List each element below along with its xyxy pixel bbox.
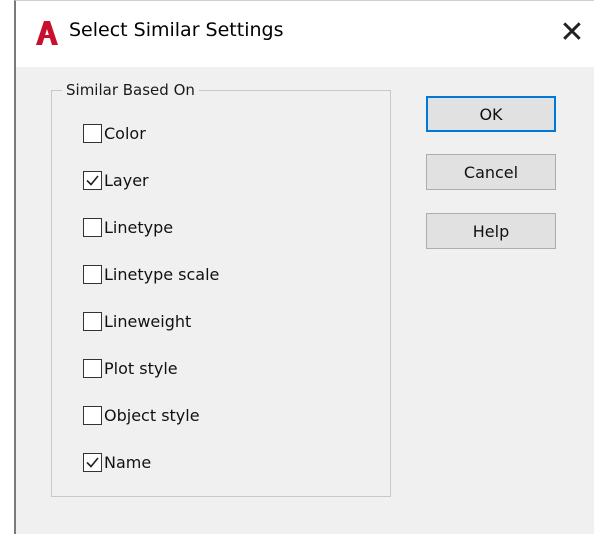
option-label: Color [104, 123, 146, 143]
checkmark-icon [86, 456, 99, 468]
checkbox-linetype[interactable] [83, 217, 102, 237]
checkbox-name[interactable] [83, 452, 102, 472]
checkbox-linetype-scale[interactable] [83, 264, 102, 284]
option-label: Linetype scale [104, 264, 220, 284]
option-object-style[interactable]: Object style [83, 402, 200, 428]
checkbox-object-style[interactable] [83, 405, 102, 425]
select-similar-dialog: Select Similar Settings ✕ Similar Based … [14, 0, 594, 534]
option-label: Plot style [104, 358, 178, 378]
close-icon: ✕ [559, 14, 585, 50]
checkmark-icon [86, 174, 99, 186]
help-button[interactable]: Help [426, 213, 556, 249]
option-linetype[interactable]: Linetype [83, 214, 173, 240]
checkbox-layer[interactable] [83, 170, 102, 190]
option-linetype-scale[interactable]: Linetype scale [83, 261, 219, 287]
checkbox-lineweight[interactable] [83, 311, 102, 331]
checkbox-plot-style[interactable] [83, 358, 102, 378]
option-label: Lineweight [104, 311, 192, 331]
option-plot-style[interactable]: Plot style [83, 355, 178, 381]
option-name[interactable]: Name [83, 449, 151, 475]
close-button[interactable]: ✕ [555, 14, 589, 50]
cancel-button[interactable]: Cancel [426, 154, 556, 190]
option-label: Linetype [104, 217, 174, 237]
option-layer[interactable]: Layer [83, 167, 149, 193]
option-label: Object style [104, 405, 200, 425]
option-label: Name [104, 452, 152, 472]
option-label: Layer [104, 170, 149, 190]
checkbox-color[interactable] [83, 123, 102, 143]
group-legend: Similar Based On [62, 81, 199, 99]
similar-based-on-group: Similar Based On Color Layer Linetype Li… [51, 81, 391, 497]
autocad-a-icon [36, 21, 58, 45]
dialog-title: Select Similar Settings [69, 19, 284, 41]
option-lineweight[interactable]: Lineweight [83, 308, 191, 334]
title-bar: Select Similar Settings ✕ [16, 1, 594, 67]
ok-button[interactable]: OK [426, 96, 556, 132]
option-color[interactable]: Color [83, 120, 146, 146]
